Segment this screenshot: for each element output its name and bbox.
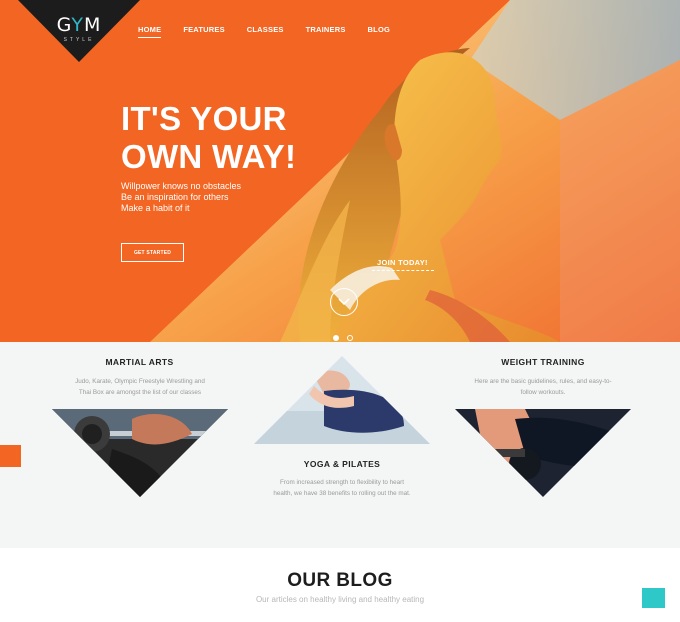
nav-classes[interactable]: CLASSES [247, 25, 284, 38]
service-text-line: Judo, Karate, Olympic Freestyle Wrestlin… [75, 378, 205, 385]
hero-tagline: Willpower knows no obstacles Be an inspi… [121, 181, 241, 214]
side-tab[interactable] [0, 445, 21, 467]
weight-training-image[interactable] [455, 409, 631, 497]
service-title-yoga-pilates: YOGA & PILATES [303, 459, 381, 469]
service-text-martial-arts: Judo, Karate, Olympic Freestyle Wrestlin… [40, 376, 240, 398]
blog-subtitle: Our articles on healthy living and healt… [255, 595, 425, 604]
hero-headline-line2: OWN WAY! [121, 138, 297, 175]
slider-dot-1[interactable] [333, 335, 339, 341]
chevron-down-icon [338, 298, 350, 306]
service-text-line: Thai Box are amongst the list of our cla… [78, 389, 202, 396]
hero-headline: IT'S YOUR OWN WAY! [121, 100, 296, 176]
logo[interactable]: GYM STYLE [18, 0, 140, 62]
tagline-line: Make a habit of it [121, 203, 190, 213]
logo-subtitle: STYLE [63, 37, 95, 43]
tagline-line: Be an inspiration for others [121, 192, 229, 202]
tagline-line: Willpower knows no obstacles [121, 181, 242, 191]
nav-trainers[interactable]: TRAINERS [306, 25, 346, 38]
join-today-link[interactable]: JOIN TODAY! [377, 258, 428, 267]
get-started-button[interactable]: GET STARTED [121, 243, 184, 262]
martial-arts-image[interactable] [52, 409, 228, 497]
scroll-down-button[interactable] [330, 288, 358, 316]
nav-features[interactable]: FEATURES [183, 25, 224, 38]
service-title-weight-training: WEIGHT TRAINING [501, 357, 585, 367]
service-title-martial-arts: MARTIAL ARTS [105, 357, 174, 367]
service-text-yoga-pilates: From increased strength to flexibility t… [230, 477, 454, 499]
join-underline [372, 270, 434, 271]
logo-wordmark: GYM [56, 14, 102, 36]
yoga-image[interactable] [254, 356, 430, 444]
service-text-weight-training: Here are the basic guidelines, rules, an… [440, 376, 646, 398]
main-nav: HOME FEATURES CLASSES TRAINERS BLOG [138, 25, 412, 38]
blog-title: OUR BLOG [287, 570, 393, 591]
nav-home[interactable]: HOME [138, 25, 162, 38]
nav-blog[interactable]: BLOG [368, 25, 390, 38]
back-to-top-button[interactable] [642, 588, 665, 608]
service-text-line: Here are the basic guidelines, rules, an… [474, 378, 612, 385]
service-text-line: health, we have 38 benefits to rolling o… [273, 490, 411, 497]
hero-headline-line1: IT'S YOUR [121, 100, 287, 137]
service-text-line: From increased strength to flexibility t… [280, 479, 404, 486]
slider-dot-2[interactable] [347, 335, 353, 341]
service-text-line: follow workouts. [520, 389, 566, 396]
services-section: MARTIAL ARTS Judo, Karate, Olympic Frees… [0, 342, 680, 548]
hero-section: GYM STYLE HOME FEATURES CLASSES TRAINERS… [0, 0, 680, 342]
